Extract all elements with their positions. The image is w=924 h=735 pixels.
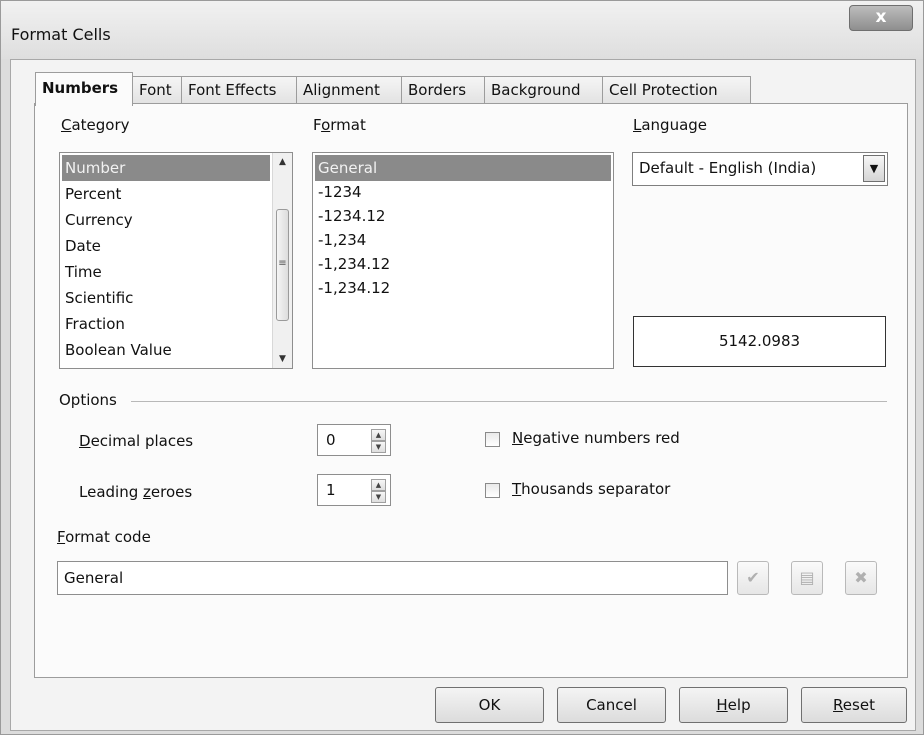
tab-background[interactable]: Background (484, 76, 603, 104)
decimal-places-spinner[interactable]: 0 ▲ ▼ (317, 424, 391, 456)
category-item-fraction[interactable]: Fraction (62, 311, 270, 337)
format-item[interactable]: -1,234.12 (315, 251, 611, 277)
close-icon: x (875, 7, 887, 27)
leading-zeroes-value[interactable]: 1 (326, 481, 336, 499)
decimal-places-value[interactable]: 0 (326, 431, 336, 449)
options-label: Options (59, 391, 117, 409)
options-divider (131, 401, 887, 402)
cancel-button[interactable]: Cancel (557, 687, 666, 723)
add-format-button[interactable]: ✔ (737, 561, 769, 595)
tab-alignment[interactable]: Alignment (296, 76, 402, 104)
format-cells-dialog: Format Cells x Numbers Font Font Effects… (0, 0, 924, 735)
title-bar: Format Cells x (1, 1, 923, 59)
language-select[interactable]: Default - English (India) ▼ (632, 152, 888, 186)
thousands-separator-label[interactable]: Thousands separator (512, 480, 670, 498)
tab-font-effects[interactable]: Font Effects (181, 76, 297, 104)
category-label: Category (61, 116, 130, 134)
scrollbar-thumb[interactable]: ≡ (276, 209, 289, 321)
comment-icon: ▤ (799, 568, 815, 587)
spin-down-icon[interactable]: ▼ (371, 441, 386, 453)
scroll-down-icon[interactable]: ▼ (273, 350, 292, 368)
tab-borders[interactable]: Borders (401, 76, 485, 104)
category-item-date[interactable]: Date (62, 233, 270, 259)
format-code-input[interactable]: General (57, 561, 728, 595)
chevron-down-icon[interactable]: ▼ (863, 155, 885, 182)
format-item[interactable]: -1234.12 (315, 203, 611, 229)
numbers-tab-panel: Category Number Percent Currency Date Ti… (34, 103, 908, 678)
category-item-percent[interactable]: Percent (62, 181, 270, 207)
thousands-separator-checkbox[interactable] (485, 483, 500, 498)
negative-numbers-red-checkbox[interactable] (485, 432, 500, 447)
edit-comment-button[interactable]: ▤ (791, 561, 823, 595)
format-code-label: Format code (57, 528, 151, 546)
format-item[interactable]: -1,234 (315, 227, 611, 253)
dialog-title: Format Cells (11, 25, 111, 44)
decimal-places-label: Decimal places (79, 432, 194, 450)
negative-numbers-red-label[interactable]: Negative numbers red (512, 429, 680, 447)
category-item-scientific[interactable]: Scientific (62, 285, 270, 311)
tab-font[interactable]: Font (132, 76, 182, 104)
delete-icon: ✖ (854, 568, 868, 587)
format-item-general[interactable]: General (315, 155, 611, 181)
leading-zeroes-label: Leading zeroes (79, 483, 193, 501)
category-item-number[interactable]: Number (62, 155, 270, 181)
format-item[interactable]: -1,234.12 (315, 275, 611, 301)
scroll-up-icon[interactable]: ▲ (273, 153, 292, 171)
category-item-boolean-value[interactable]: Boolean Value (62, 337, 270, 363)
close-button[interactable]: x (849, 5, 913, 31)
format-preview: 5142.0983 (633, 316, 886, 367)
leading-zeroes-spinner[interactable]: 1 ▲ ▼ (317, 474, 391, 506)
delete-format-button[interactable]: ✖ (845, 561, 877, 595)
category-item-time[interactable]: Time (62, 259, 270, 285)
spin-up-icon[interactable]: ▲ (371, 479, 386, 491)
tab-cell-protection[interactable]: Cell Protection (602, 76, 751, 104)
reset-button[interactable]: Reset (801, 687, 907, 723)
category-scrollbar[interactable]: ▲ ≡ ▼ (272, 153, 292, 368)
spin-up-icon[interactable]: ▲ (371, 429, 386, 441)
format-item[interactable]: -1234 (315, 179, 611, 205)
grip-icon: ≡ (278, 258, 287, 269)
category-item-currency[interactable]: Currency (62, 207, 270, 233)
language-label: Language (633, 116, 708, 134)
tab-numbers[interactable]: Numbers (35, 72, 133, 106)
ok-button[interactable]: OK (435, 687, 544, 723)
format-list[interactable]: General -1234 -1234.12 -1,234 -1,234.12 … (312, 152, 614, 369)
dialog-body: Numbers Font Font Effects Alignment Bord… (10, 59, 916, 731)
language-value: Default - English (India) (639, 159, 817, 177)
category-list[interactable]: Number Percent Currency Date Time Scient… (59, 152, 293, 369)
spin-down-icon[interactable]: ▼ (371, 491, 386, 503)
help-button[interactable]: Help (679, 687, 788, 723)
format-label: Format (313, 116, 366, 134)
checkmark-icon: ✔ (746, 568, 760, 587)
